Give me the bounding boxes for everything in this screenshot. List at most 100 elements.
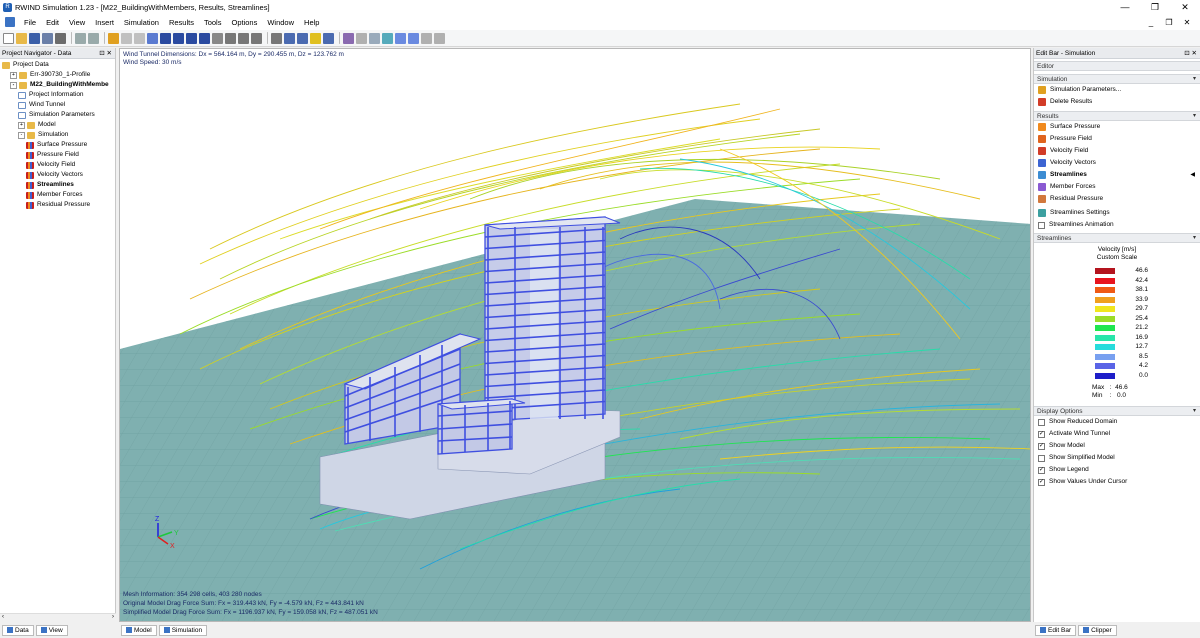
section-streamlines[interactable]: Streamlines ▾: [1034, 233, 1200, 243]
option-checkbox[interactable]: [1038, 418, 1045, 426]
expand-icon[interactable]: +: [18, 121, 25, 129]
scroll-left-icon[interactable]: ‹: [2, 614, 4, 620]
maximize-button[interactable]: ❐: [1140, 0, 1170, 14]
item-residual-pressure[interactable]: Residual Pressure: [1034, 193, 1200, 205]
export-icon[interactable]: [434, 32, 445, 44]
tree-item[interactable]: Residual Pressure: [0, 200, 115, 210]
view-z-icon[interactable]: [271, 32, 282, 44]
tree-item[interactable]: Velocity Vectors: [0, 170, 115, 180]
doc-minimize-button[interactable]: _: [1142, 18, 1160, 27]
open-icon[interactable]: [16, 32, 27, 44]
menu-window[interactable]: Window: [262, 18, 299, 27]
new-icon[interactable]: [3, 32, 14, 44]
menu-simulation[interactable]: Simulation: [119, 18, 164, 27]
tree-item[interactable]: Streamlines: [0, 180, 115, 190]
tree-item[interactable]: Velocity Field: [0, 160, 115, 170]
rendering-icon[interactable]: [297, 32, 308, 44]
tree-item[interactable]: Member Forces: [0, 190, 115, 200]
item-member-forces[interactable]: Member Forces: [1034, 181, 1200, 193]
tab-clipper[interactable]: Clipper: [1078, 624, 1117, 636]
tree-item[interactable]: Simulation Parameters: [0, 110, 115, 120]
results-icon[interactable]: [356, 32, 367, 44]
view-x-icon[interactable]: [238, 32, 249, 44]
item-streamlines[interactable]: Streamlines ◀: [1034, 169, 1200, 181]
select-icon[interactable]: [121, 32, 132, 44]
menu-edit[interactable]: Edit: [41, 18, 64, 27]
menu-file[interactable]: File: [19, 18, 41, 27]
tab-view[interactable]: View: [35, 624, 68, 636]
item-streamlines-animation[interactable]: Streamlines Animation: [1034, 219, 1200, 231]
option-checkbox[interactable]: ✓: [1038, 466, 1045, 474]
view-icon[interactable]: [173, 32, 184, 44]
tree-item[interactable]: Surface Pressure: [0, 140, 115, 150]
item-delete-results[interactable]: Delete Results: [1034, 96, 1200, 108]
menu-results[interactable]: Results: [164, 18, 199, 27]
item-surface-pressure[interactable]: Surface Pressure: [1034, 121, 1200, 133]
perspective-icon[interactable]: [323, 32, 334, 44]
tree-item[interactable]: - M22_BuildingWithMembe: [0, 80, 115, 90]
editbar-controls[interactable]: ⊡ ✕: [1184, 48, 1197, 59]
doc-restore-button[interactable]: ❐: [1160, 18, 1178, 27]
option-checkbox[interactable]: ✓: [1038, 430, 1045, 438]
3d-viewport[interactable]: Z Y X Wind Tunnel Dimensions: Dx = 564.1…: [119, 48, 1031, 622]
zoom-window-icon[interactable]: [199, 32, 210, 44]
pan-icon[interactable]: [212, 32, 223, 44]
field-icon[interactable]: [408, 32, 419, 44]
display-option[interactable]: Show Reduced Domain: [1034, 416, 1200, 428]
save-icon[interactable]: [29, 32, 40, 44]
tab-edit-bar[interactable]: Edit Bar: [1035, 624, 1077, 636]
values-icon[interactable]: [369, 32, 380, 44]
select-window-icon[interactable]: [134, 32, 145, 44]
streamlines-icon[interactable]: [382, 32, 393, 44]
section-display-options[interactable]: Display Options ▾: [1034, 406, 1200, 416]
option-checkbox[interactable]: ✓: [1038, 478, 1045, 486]
print-icon[interactable]: [55, 32, 66, 44]
tree-item[interactable]: Project Information: [0, 90, 115, 100]
tab-model[interactable]: Model: [121, 624, 157, 636]
item-velocity-vectors[interactable]: Velocity Vectors: [1034, 157, 1200, 169]
snap-icon[interactable]: [160, 32, 171, 44]
animation-checkbox[interactable]: [1038, 221, 1045, 229]
tree-item[interactable]: + Err-390730_1-Profile: [0, 70, 115, 80]
animation-icon[interactable]: [421, 32, 432, 44]
option-checkbox[interactable]: [1038, 454, 1045, 462]
tab-data[interactable]: Data: [2, 624, 34, 636]
menu-view[interactable]: View: [64, 18, 90, 27]
rotate-icon[interactable]: [225, 32, 236, 44]
tab-simulation[interactable]: Simulation: [158, 624, 208, 636]
menu-tools[interactable]: Tools: [199, 18, 227, 27]
scene-canvas[interactable]: Z Y X: [120, 49, 1031, 622]
iso-view-icon[interactable]: [284, 32, 295, 44]
redo-icon[interactable]: [88, 32, 99, 44]
item-pressure-field[interactable]: Pressure Field: [1034, 133, 1200, 145]
expand-icon[interactable]: +: [10, 71, 17, 79]
measure-icon[interactable]: [343, 32, 354, 44]
horizontal-scrollbar[interactable]: ‹ ›: [0, 613, 116, 622]
option-checkbox[interactable]: ✓: [1038, 442, 1045, 450]
doc-close-button[interactable]: ✕: [1178, 18, 1196, 27]
menu-help[interactable]: Help: [299, 18, 324, 27]
display-icon[interactable]: [310, 32, 321, 44]
navigator-controls[interactable]: ⊡ ✕: [99, 48, 112, 59]
collapse-icon[interactable]: -: [18, 131, 25, 139]
tree-item[interactable]: Project Data: [0, 60, 115, 70]
display-option[interactable]: Show Simplified Model: [1034, 452, 1200, 464]
display-option[interactable]: ✓ Show Legend: [1034, 464, 1200, 476]
scroll-right-icon[interactable]: ›: [112, 614, 114, 620]
grid-icon[interactable]: [147, 32, 158, 44]
menu-options[interactable]: Options: [226, 18, 262, 27]
tree-item[interactable]: Pressure Field: [0, 150, 115, 160]
save-all-icon[interactable]: [42, 32, 53, 44]
undo-icon[interactable]: [75, 32, 86, 44]
tree-item[interactable]: - Simulation: [0, 130, 115, 140]
section-results[interactable]: Results ▾: [1034, 111, 1200, 121]
close-button[interactable]: ✕: [1170, 0, 1200, 14]
brush-icon[interactable]: [108, 32, 119, 44]
document-icon[interactable]: [5, 17, 15, 27]
zoom-all-icon[interactable]: [186, 32, 197, 44]
display-option[interactable]: ✓ Show Model: [1034, 440, 1200, 452]
collapse-icon[interactable]: -: [10, 81, 17, 89]
view-y-icon[interactable]: [251, 32, 262, 44]
section-simulation[interactable]: Simulation ▾: [1034, 74, 1200, 84]
item-streamlines-settings[interactable]: Streamlines Settings: [1034, 207, 1200, 219]
